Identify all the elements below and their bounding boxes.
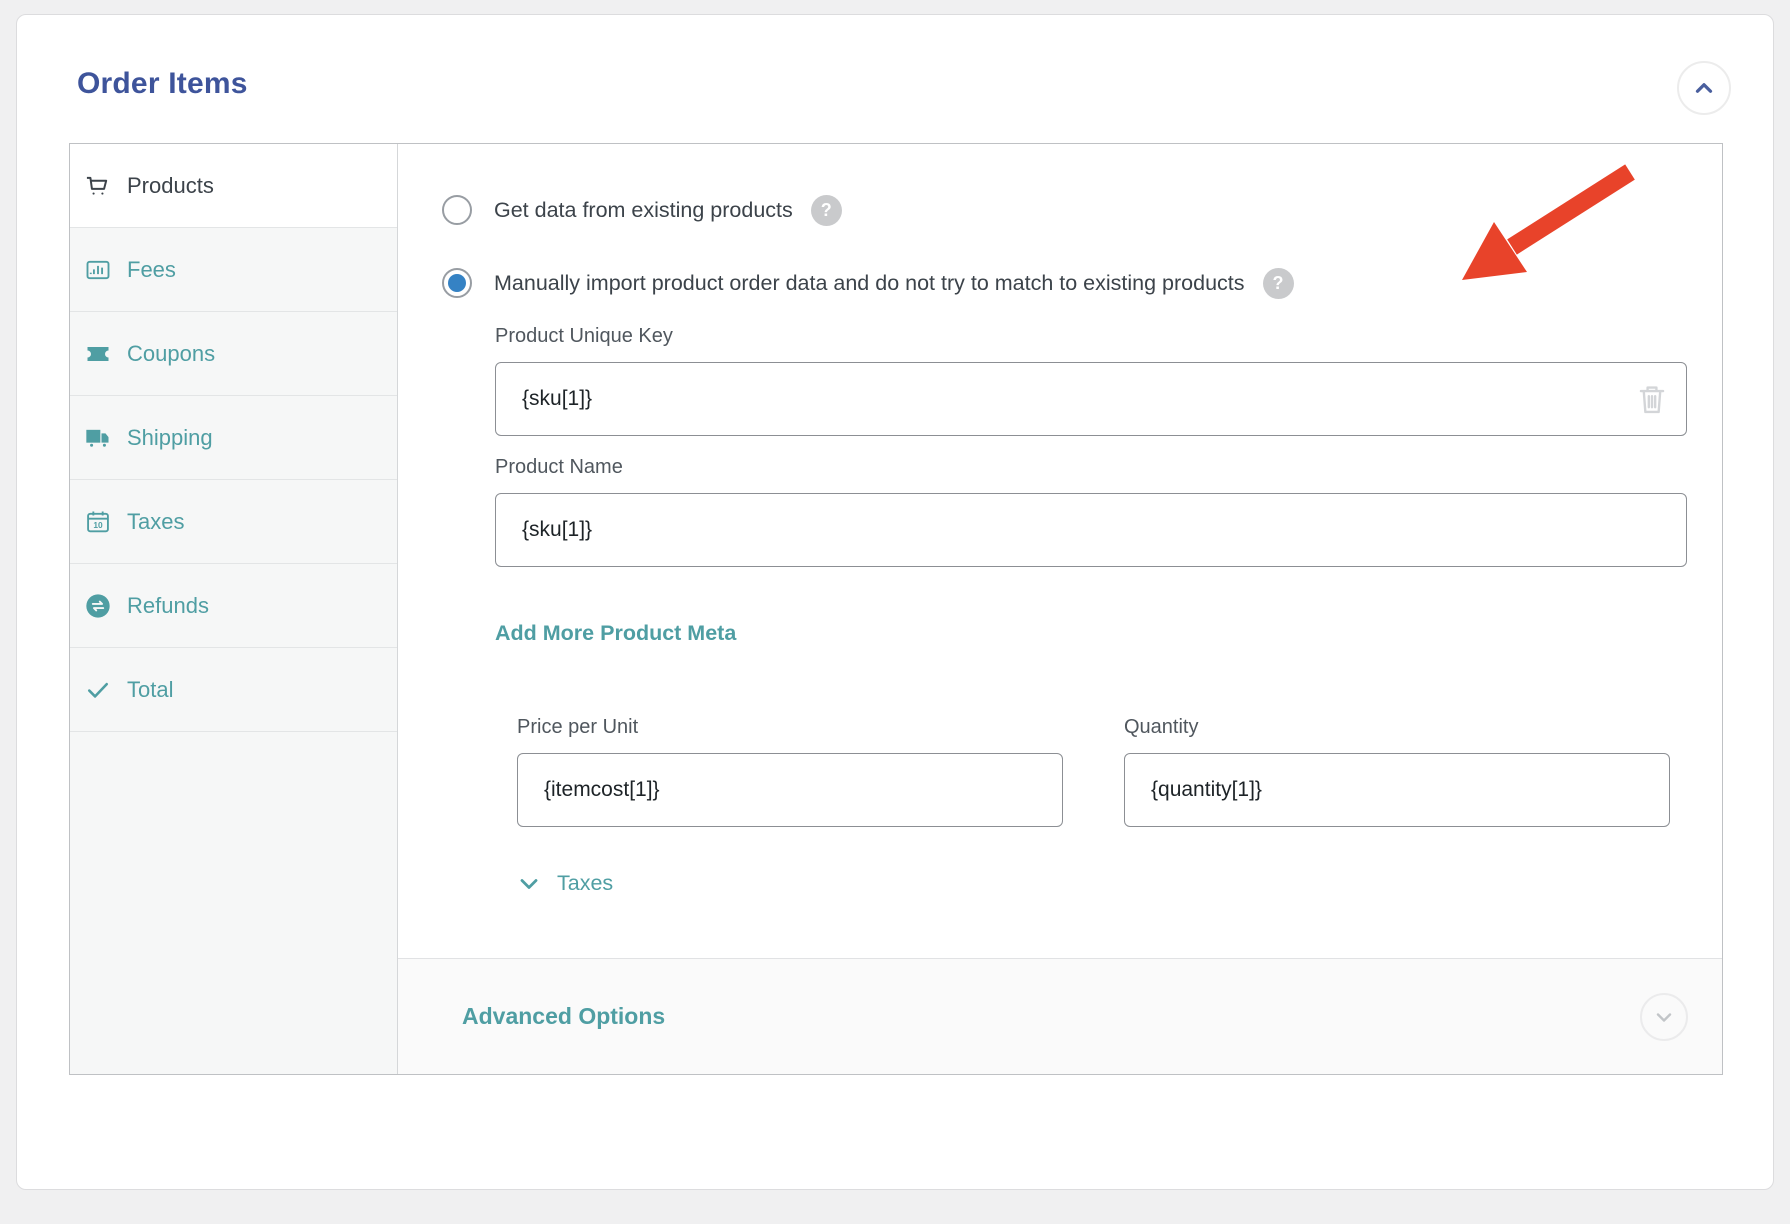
product-name-wrap [495, 493, 1687, 567]
radio-manual-import[interactable] [442, 268, 472, 298]
sidebar: Products Fees Coupons [70, 144, 398, 1074]
taxes-toggle-label: Taxes [557, 871, 613, 896]
question-mark-icon[interactable]: ? [811, 195, 842, 226]
taxes-collapsible-toggle[interactable]: Taxes [517, 871, 613, 896]
order-items-card: Order Items Products [16, 14, 1774, 1190]
page: Order Items Products [0, 0, 1790, 1224]
price-quantity-row: Price per Unit Quantity [517, 716, 1687, 827]
quantity-label: Quantity [1124, 716, 1670, 739]
advanced-options-section: Advanced Options [398, 958, 1722, 1074]
product-unique-key-label: Product Unique Key [495, 325, 1687, 348]
product-name-input[interactable] [495, 493, 1687, 567]
sidebar-item-label: Taxes [127, 509, 184, 535]
quantity-input[interactable] [1124, 753, 1670, 827]
product-name-label: Product Name [495, 456, 1687, 479]
ticket-icon [84, 340, 112, 368]
price-per-unit-input[interactable] [517, 753, 1063, 827]
sidebar-item-label: Refunds [127, 593, 209, 619]
sidebar-item-label: Products [127, 173, 214, 199]
advanced-options-expand-button[interactable] [1640, 993, 1688, 1041]
advanced-options-toggle[interactable]: Advanced Options [462, 1003, 665, 1030]
product-unique-key-input[interactable] [495, 362, 1687, 436]
chevron-down-icon [1652, 1005, 1676, 1029]
chevron-up-icon [1691, 75, 1717, 101]
add-more-product-meta-link[interactable]: Add More Product Meta [495, 621, 736, 646]
chevron-down-icon [517, 872, 541, 896]
sidebar-item-coupons[interactable]: Coupons [70, 312, 397, 396]
quantity-wrap [1124, 753, 1670, 827]
fees-chart-icon [84, 256, 112, 284]
radio-row-existing-products: Get data from existing products ? [442, 194, 1687, 226]
radio-label[interactable]: Get data from existing products [494, 198, 793, 223]
order-items-panel: Products Fees Coupons [69, 143, 1723, 1075]
truck-icon [84, 424, 112, 452]
product-fields: Product Unique Key Product Name [495, 325, 1687, 896]
trash-icon [1633, 380, 1671, 418]
sidebar-item-label: Total [127, 677, 173, 703]
sidebar-item-fees[interactable]: Fees [70, 228, 397, 312]
question-mark-icon[interactable]: ? [1263, 268, 1294, 299]
price-per-unit-label: Price per Unit [517, 716, 1063, 739]
sidebar-item-refunds[interactable]: Refunds [70, 564, 397, 648]
calendar-10-icon: 10 [84, 508, 112, 536]
product-unique-key-wrap [495, 362, 1687, 436]
sidebar-item-shipping[interactable]: Shipping [70, 396, 397, 480]
price-per-unit-wrap [517, 753, 1063, 827]
main-content-area: Get data from existing products ? Manual… [398, 144, 1722, 1074]
products-tab-content: Get data from existing products ? Manual… [398, 144, 1722, 958]
sidebar-item-total[interactable]: Total [70, 648, 397, 732]
quantity-col: Quantity [1124, 716, 1670, 827]
check-icon [84, 676, 112, 704]
svg-text:10: 10 [93, 519, 103, 529]
collapse-section-button[interactable] [1677, 61, 1731, 115]
cart-icon [84, 172, 112, 200]
sidebar-item-label: Shipping [127, 425, 213, 451]
radio-row-manual-import: Manually import product order data and d… [442, 267, 1687, 299]
sidebar-item-taxes[interactable]: 10 Taxes [70, 480, 397, 564]
page-title: Order Items [77, 67, 248, 101]
radio-label[interactable]: Manually import product order data and d… [494, 271, 1245, 296]
sidebar-item-label: Coupons [127, 341, 215, 367]
sidebar-item-products[interactable]: Products [70, 144, 397, 228]
delete-field-button[interactable] [1633, 380, 1671, 418]
price-per-unit-col: Price per Unit [517, 716, 1063, 827]
sidebar-item-label: Fees [127, 257, 176, 283]
refresh-circle-icon [84, 592, 112, 620]
radio-get-existing-products[interactable] [442, 195, 472, 225]
